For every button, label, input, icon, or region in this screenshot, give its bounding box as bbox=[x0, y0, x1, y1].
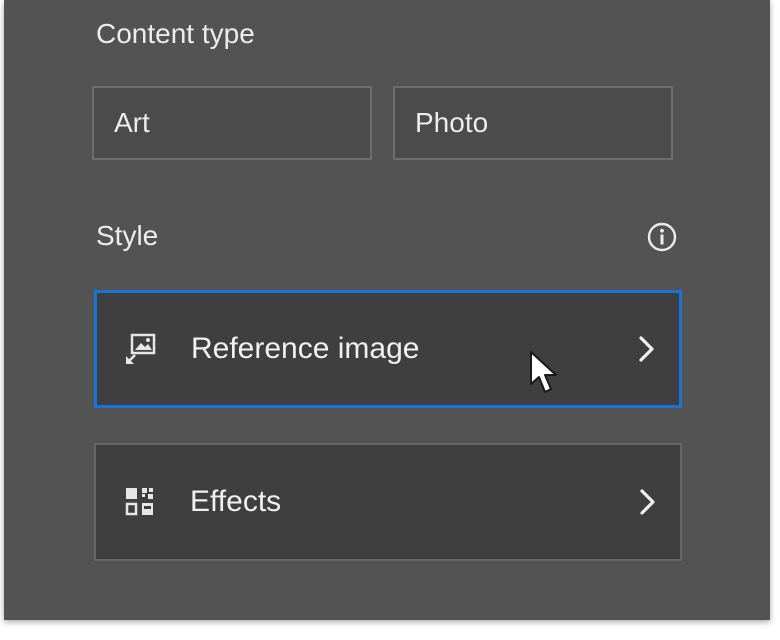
effects-button[interactable]: Effects bbox=[94, 443, 682, 561]
style-panel: Content type Art Photo Style Reference i… bbox=[4, 0, 770, 620]
content-type-art-button[interactable]: Art bbox=[92, 86, 372, 160]
chevron-right-icon bbox=[639, 336, 654, 362]
chevron-right-icon bbox=[640, 489, 655, 515]
reference-image-button[interactable]: Reference image bbox=[94, 290, 682, 408]
content-type-art-label: Art bbox=[114, 107, 150, 138]
effects-label: Effects bbox=[190, 485, 282, 518]
reference-image-icon bbox=[126, 333, 156, 364]
content-type-photo-button[interactable]: Photo bbox=[393, 86, 673, 160]
reference-image-label: Reference image bbox=[191, 332, 420, 365]
content-type-photo-label: Photo bbox=[415, 107, 489, 138]
content-type-heading: Content type bbox=[96, 18, 255, 49]
style-heading: Style bbox=[96, 220, 159, 251]
effects-icon bbox=[125, 488, 153, 516]
info-icon[interactable] bbox=[647, 222, 677, 252]
